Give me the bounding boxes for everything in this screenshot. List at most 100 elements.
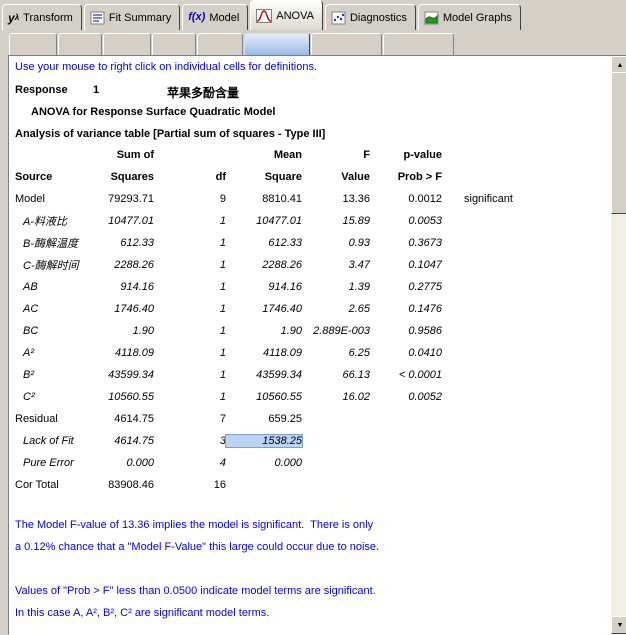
- mean-square-cell[interactable]: 10477.01: [226, 215, 302, 227]
- f-value-cell[interactable]: 13.36: [302, 193, 370, 205]
- df-cell[interactable]: 1: [154, 259, 226, 271]
- df-cell[interactable]: 16: [154, 479, 226, 491]
- source-cell[interactable]: B²: [23, 364, 34, 386]
- df-cell[interactable]: 4: [154, 457, 226, 469]
- header-square: Square: [264, 171, 302, 183]
- header-f: F: [363, 149, 370, 161]
- df-cell[interactable]: 1: [154, 303, 226, 315]
- header-mean: Mean: [273, 149, 302, 161]
- p-value-cell[interactable]: 0.1047: [370, 259, 442, 271]
- report-subtab[interactable]: [9, 33, 57, 55]
- scrollbar-thumb[interactable]: [611, 72, 626, 214]
- vertical-scrollbar[interactable]: ▲ ▼: [611, 56, 626, 634]
- df-cell[interactable]: 1: [154, 347, 226, 359]
- df-cell[interactable]: 1: [154, 237, 226, 249]
- p-value-cell[interactable]: 0.1476: [370, 303, 442, 315]
- header-source: Source: [15, 171, 53, 183]
- source-cell[interactable]: C²: [23, 386, 35, 408]
- f-value-cell[interactable]: 6.25: [302, 347, 370, 359]
- note-line: In this case A, A², B², C² are significa…: [15, 607, 270, 619]
- source-cell[interactable]: Pure Error: [23, 452, 74, 474]
- response-line: Response 1 苹果多酚含量: [9, 84, 611, 100]
- source-cell[interactable]: AB: [23, 276, 38, 298]
- anova-table-row: C-酶解时间 2288.26 1 2288.26 3.47 0.1047: [9, 254, 611, 276]
- f-value-cell[interactable]: 0.93: [302, 237, 370, 249]
- report-subtab[interactable]: [197, 33, 243, 55]
- mean-square-cell[interactable]: 659.25: [226, 413, 302, 425]
- f-value-cell[interactable]: 16.02: [302, 391, 370, 403]
- tab-model-graphs[interactable]: Model Graphs: [417, 4, 521, 30]
- f-value-cell[interactable]: 2.65: [302, 303, 370, 315]
- mean-square-cell[interactable]: 2288.26: [226, 259, 302, 271]
- report-subtab[interactable]: [58, 33, 102, 55]
- df-cell[interactable]: 9: [154, 193, 226, 205]
- mean-square-cell[interactable]: 43599.34: [226, 369, 302, 381]
- df-cell[interactable]: 1: [154, 391, 226, 403]
- mean-square-cell[interactable]: 10560.55: [226, 391, 302, 403]
- mean-square-cell[interactable]: 0.000: [226, 457, 302, 469]
- mean-square-cell[interactable]: 612.33: [226, 237, 302, 249]
- tab-transform[interactable]: yλ Transform: [2, 4, 82, 30]
- anova-table-row: C² 10560.55 1 10560.55 16.02 0.0052: [9, 386, 611, 408]
- df-cell[interactable]: 1: [154, 215, 226, 227]
- df-cell[interactable]: 7: [154, 413, 226, 425]
- mean-square-cell[interactable]: 914.16: [226, 281, 302, 293]
- anova-table-row: BC 1.90 1 1.90 2.889E-003 0.9586: [9, 320, 611, 342]
- anova-table-row: Pure Error 0.000 4 0.000: [9, 452, 611, 474]
- p-value-cell[interactable]: < 0.0001: [370, 369, 442, 381]
- tab-model[interactable]: f(x) Model: [182, 4, 249, 30]
- report-subtab[interactable]: [152, 33, 196, 55]
- sum-of-squares-cell[interactable]: 43599.34: [15, 369, 154, 381]
- y-lambda-icon: yλ: [8, 10, 20, 25]
- source-cell[interactable]: Cor Total: [15, 474, 59, 496]
- sum-of-squares-cell[interactable]: 10560.55: [15, 391, 154, 403]
- sum-of-squares-cell[interactable]: 4118.09: [15, 347, 154, 359]
- df-cell[interactable]: 3: [154, 435, 226, 447]
- mean-square-cell[interactable]: 1538.25: [225, 434, 303, 448]
- anova-report-panel: Use your mouse to right click on individ…: [8, 55, 626, 635]
- p-value-cell[interactable]: 0.0012: [370, 193, 442, 205]
- significance-cell: significant: [464, 193, 513, 205]
- right-click-hint: Use your mouse to right click on individ…: [15, 61, 318, 73]
- report-subtab-active[interactable]: [244, 33, 310, 55]
- source-cell[interactable]: C-酶解时间: [23, 254, 79, 276]
- report-subtab[interactable]: [383, 33, 454, 55]
- p-value-cell[interactable]: 0.3673: [370, 237, 442, 249]
- header-df: df: [215, 171, 226, 183]
- tab-diagnostics[interactable]: Diagnostics: [324, 4, 416, 30]
- source-cell[interactable]: Lack of Fit: [23, 430, 74, 452]
- source-cell[interactable]: Model: [15, 188, 45, 210]
- p-value-cell[interactable]: 0.2775: [370, 281, 442, 293]
- source-cell[interactable]: B-酶解温度: [23, 232, 78, 254]
- source-cell[interactable]: A²: [23, 342, 34, 364]
- p-value-cell[interactable]: 0.0052: [370, 391, 442, 403]
- f-value-cell[interactable]: 3.47: [302, 259, 370, 271]
- tab-label: Model: [209, 11, 240, 24]
- f-value-cell[interactable]: 66.13: [302, 369, 370, 381]
- mean-square-cell[interactable]: 4118.09: [226, 347, 302, 359]
- scroll-down-button[interactable]: ▼: [611, 616, 626, 634]
- note-line: a 0.12% chance that a "Model F-Value" th…: [15, 541, 380, 553]
- df-cell[interactable]: 1: [154, 325, 226, 337]
- df-cell[interactable]: 1: [154, 281, 226, 293]
- diagnostics-scatter-icon: [331, 11, 346, 25]
- source-cell[interactable]: BC: [23, 320, 38, 342]
- mean-square-cell[interactable]: 8810.41: [226, 193, 302, 205]
- p-value-cell[interactable]: 0.0410: [370, 347, 442, 359]
- f-value-cell[interactable]: 1.39: [302, 281, 370, 293]
- mean-square-cell[interactable]: 1.90: [226, 325, 302, 337]
- report-subtab[interactable]: [311, 33, 382, 55]
- f-value-cell[interactable]: 2.889E-003: [302, 325, 370, 337]
- tab-fit-summary[interactable]: Fit Summary: [83, 4, 181, 30]
- source-cell[interactable]: Residual: [15, 408, 58, 430]
- source-cell[interactable]: AC: [23, 298, 38, 320]
- tab-label: Fit Summary: [108, 11, 172, 24]
- p-value-cell[interactable]: 0.0053: [370, 215, 442, 227]
- mean-square-cell[interactable]: 1746.40: [226, 303, 302, 315]
- source-cell[interactable]: A-料液比: [23, 210, 67, 232]
- p-value-cell[interactable]: 0.9586: [370, 325, 442, 337]
- report-subtab[interactable]: [103, 33, 151, 55]
- tab-anova[interactable]: ANOVA: [250, 0, 323, 30]
- f-value-cell[interactable]: 15.89: [302, 215, 370, 227]
- df-cell[interactable]: 1: [154, 369, 226, 381]
